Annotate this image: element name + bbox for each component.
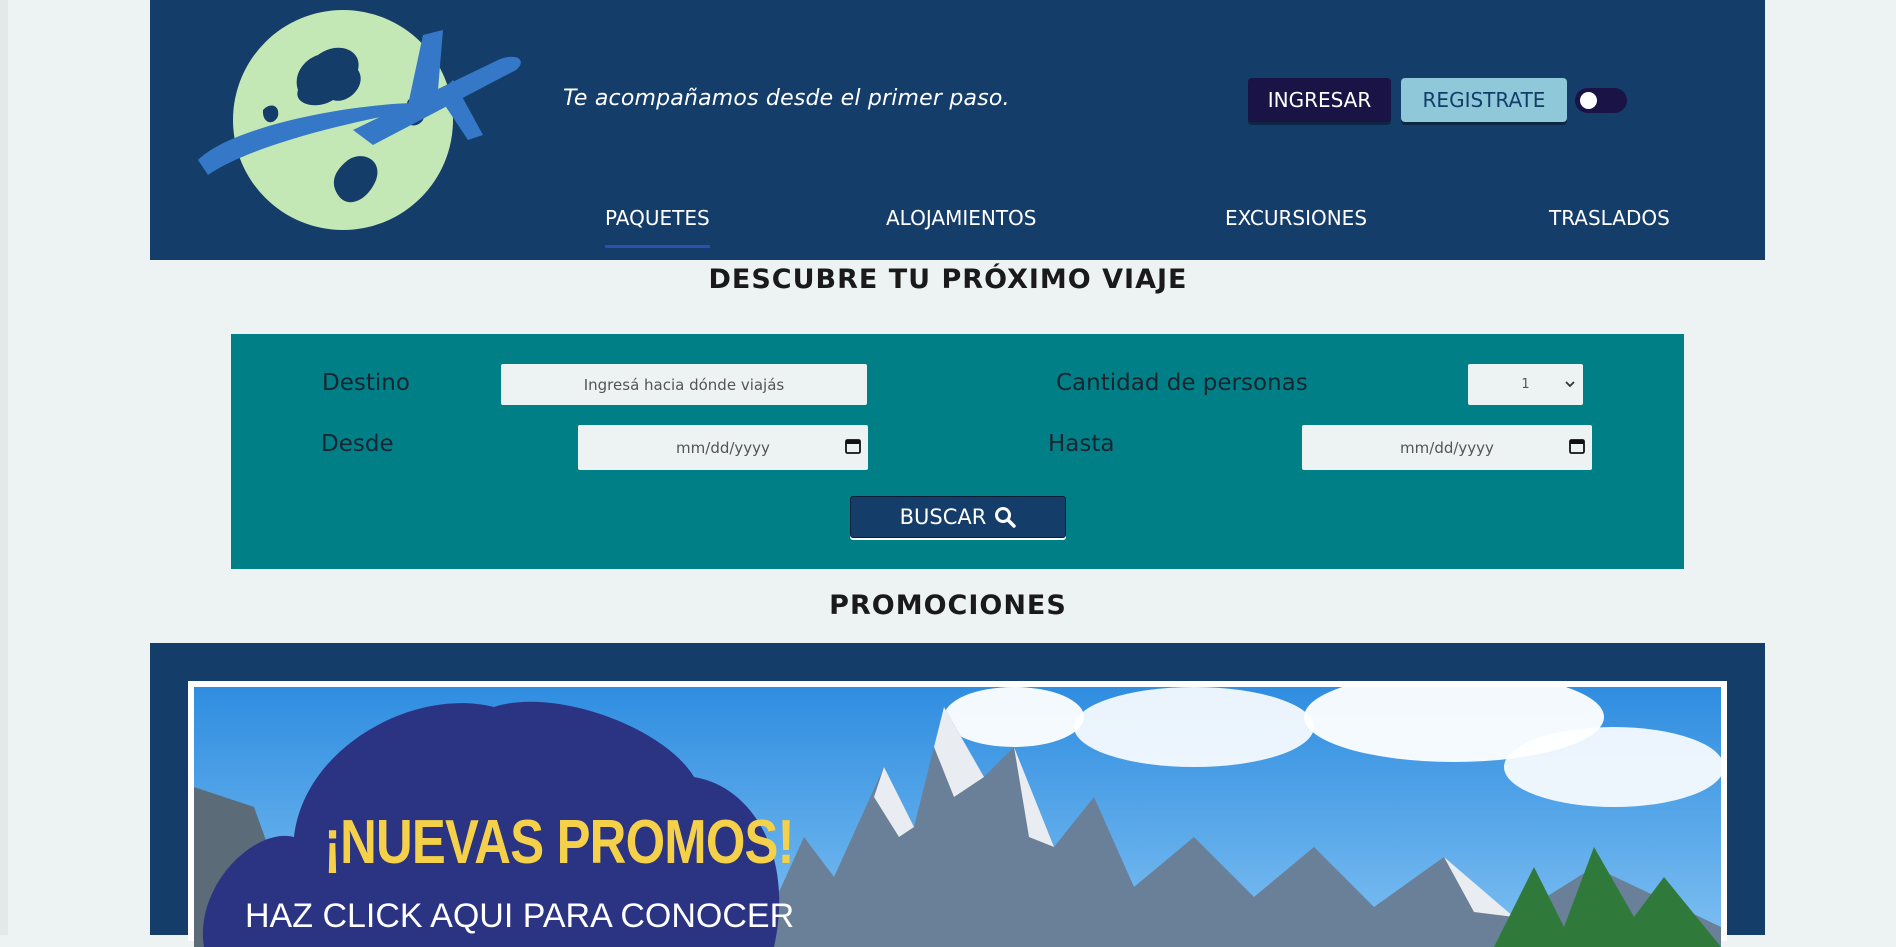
calendar-icon[interactable] (1568, 437, 1586, 455)
search-button-label: BUSCAR (899, 505, 987, 529)
promo-banner[interactable]: ¡NUEVAS PROMOS! HAZ CLICK AQUI PARA CONO… (194, 687, 1721, 947)
nav-tab-paquetes[interactable]: PAQUETES (605, 206, 710, 248)
login-button[interactable]: INGRESAR (1248, 78, 1391, 122)
promo-headline: ¡NUEVAS PROMOS! (324, 808, 795, 877)
destino-label: Destino (322, 370, 410, 396)
personas-select[interactable]: 1 (1468, 364, 1583, 405)
chevron-down-icon (1565, 381, 1575, 388)
personas-label: Cantidad de personas (1056, 370, 1308, 396)
desde-placeholder: mm/dd/yyyy (676, 438, 770, 457)
promos-section: ¡NUEVAS PROMOS! HAZ CLICK AQUI PARA CONO… (150, 643, 1765, 947)
desde-date-input[interactable]: mm/dd/yyyy (578, 425, 868, 470)
destino-placeholder: Ingresá hacia dónde viajás (583, 375, 785, 394)
search-button[interactable]: BUSCAR (850, 496, 1066, 538)
search-icon (995, 507, 1017, 528)
desde-label: Desde (321, 431, 394, 457)
hasta-placeholder: mm/dd/yyyy (1400, 438, 1494, 457)
hasta-date-input[interactable]: mm/dd/yyyy (1302, 425, 1592, 470)
promos-section-title: PROMOCIONES (829, 590, 1067, 621)
nav-tab-alojamientos[interactable]: ALOJAMIENTOS (886, 206, 1037, 230)
toggle-knob (1580, 92, 1597, 109)
globe-airplane-logo[interactable] (198, 10, 528, 240)
search-panel: Destino Ingresá hacia dónde viajás Canti… (231, 334, 1684, 569)
promo-subtext: HAZ CLICK AQUI PARA CONOCER (245, 897, 795, 935)
page-left-edge (0, 0, 8, 935)
register-button[interactable]: REGISTRATE (1401, 78, 1567, 122)
promo-banner-frame: ¡NUEVAS PROMOS! HAZ CLICK AQUI PARA CONO… (188, 681, 1727, 947)
nav-tab-traslados[interactable]: TRASLADOS (1549, 206, 1670, 230)
theme-toggle[interactable] (1575, 88, 1627, 113)
destino-input[interactable]: Ingresá hacia dónde viajás (501, 364, 867, 405)
calendar-icon[interactable] (844, 437, 862, 455)
header-tagline: Te acompañamos desde el primer paso. (563, 86, 1010, 111)
personas-value: 1 (1521, 377, 1530, 392)
hasta-label: Hasta (1048, 431, 1115, 457)
search-section-title: DESCUBRE TU PRÓXIMO VIAJE (708, 264, 1188, 295)
site-header: Te acompañamos desde el primer paso. ING… (150, 0, 1765, 260)
nav-tab-excursiones[interactable]: EXCURSIONES (1225, 206, 1367, 230)
